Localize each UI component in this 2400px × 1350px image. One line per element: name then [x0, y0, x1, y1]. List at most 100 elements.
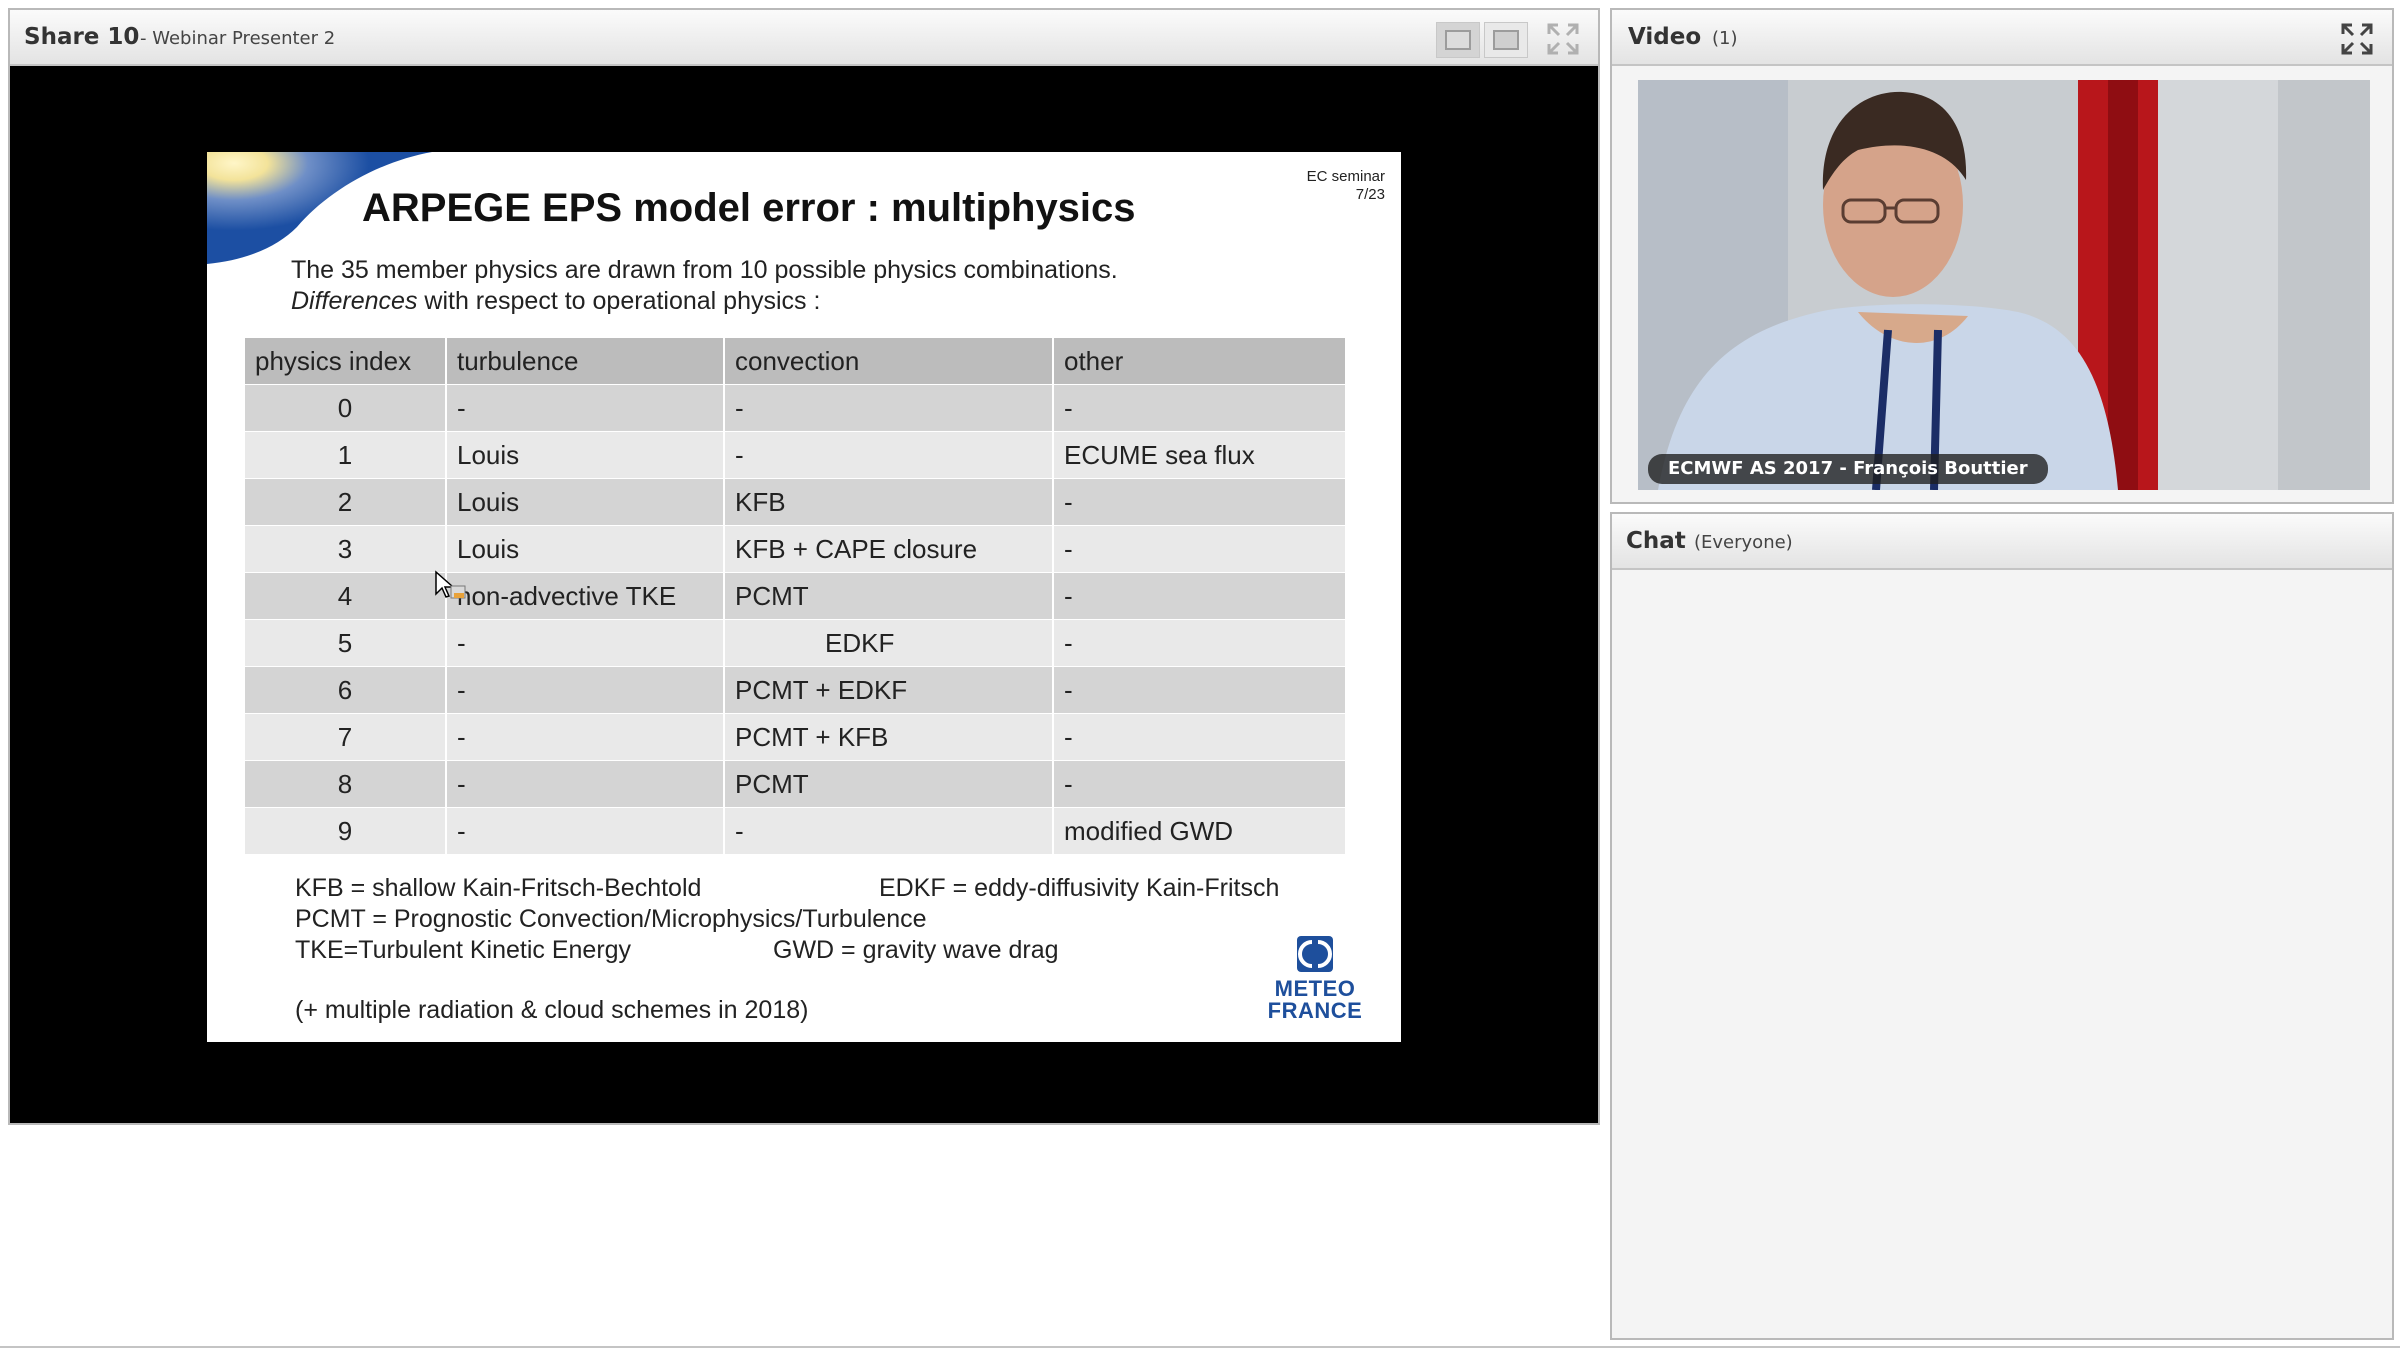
cell-other: modified GWD — [1053, 807, 1347, 854]
cell-turbulence: - — [446, 713, 725, 761]
cell-turbulence: - — [446, 666, 725, 714]
logo-text-france: FRANCE — [1267, 998, 1363, 1023]
wide-layout-icon — [1493, 30, 1519, 50]
table-row: 6 - PCMT + EDKF - — [245, 666, 1347, 714]
cell-index: 2 — [245, 478, 447, 526]
logo-text-meteo: METEO — [1274, 976, 1356, 1001]
slide-title: ARPEGE EPS model error : multiphysics — [362, 186, 1136, 230]
table-row: 7 - PCMT + KFB - — [245, 713, 1347, 761]
speaker-video-image — [1638, 80, 2370, 490]
cell-convection: PCMT + KFB — [724, 713, 1054, 761]
intro-rest: with respect to operational physics : — [417, 287, 821, 315]
cell-index: 9 — [245, 807, 447, 854]
cell-convection: EDKF — [724, 619, 1054, 667]
cell-convection: - — [724, 384, 1054, 432]
cell-convection: - — [724, 431, 1054, 479]
table-row: 3 Louis KFB + CAPE closure - — [245, 525, 1347, 573]
cell-turbulence: - — [446, 384, 725, 432]
cell-turbulence: non-advective TKE — [446, 572, 725, 620]
cell-convection: PCMT — [724, 760, 1054, 808]
share-pod-header[interactable]: Share 10 - Webinar Presenter 2 — [10, 10, 1598, 66]
cell-convection: - — [724, 807, 1054, 854]
cell-convection: KFB + CAPE closure — [724, 525, 1054, 573]
chat-pod-title: Chat — [1626, 528, 1686, 554]
cell-turbulence: Louis — [446, 431, 725, 479]
slide-reference: EC seminar 7/23 — [1307, 168, 1385, 204]
physics-table: physics index turbulence convection othe… — [245, 338, 1347, 854]
defs-line-2: PCMT = Prognostic Convection/Microphysic… — [295, 904, 927, 935]
chat-pod-header[interactable]: Chat (Everyone) — [1612, 514, 2392, 570]
table-row: 2 Louis KFB - — [245, 478, 1347, 526]
cell-index: 3 — [245, 525, 447, 573]
cell-other: - — [1053, 713, 1347, 761]
header-convection: convection — [724, 338, 1054, 385]
video-participant-count: (1) — [1712, 28, 1738, 49]
chat-message-area[interactable] — [1612, 570, 2392, 1338]
cell-convection: PCMT — [724, 572, 1054, 620]
cell-turbulence: Louis — [446, 525, 725, 573]
chat-scope: (Everyone) — [1694, 532, 1793, 553]
def-tke: TKE=Turbulent Kinetic Energy — [295, 936, 632, 964]
share-stage: ARPEGE EPS model error : multiphysics EC… — [10, 66, 1598, 1123]
cell-other: ECUME sea flux — [1053, 431, 1347, 479]
abbreviation-definitions: KFB = shallow Kain-Fritsch-Bechtold EDKF… — [295, 873, 1279, 966]
def-gwd: GWD = gravity wave drag — [773, 936, 1059, 964]
intro-italic-word: Differences — [291, 287, 418, 315]
presentation-slide: ARPEGE EPS model error : multiphysics EC… — [207, 152, 1401, 1042]
share-pod-title: Share 10 — [24, 24, 140, 50]
table-row: 0 - - - — [245, 384, 1347, 432]
mouse-pointer-icon — [435, 570, 466, 599]
header-physics-index: physics index — [245, 338, 447, 385]
def-pcmt: PCMT = Prognostic Convection/Microphysic… — [295, 905, 927, 933]
def-kfb: KFB = shallow Kain-Fritsch-Bechtold — [295, 874, 702, 902]
cell-other: - — [1053, 619, 1347, 667]
video-caption: ECMWF AS 2017 - François Bouttier — [1648, 454, 2048, 484]
cell-index: 4 — [245, 572, 447, 620]
def-edkf: EDKF = eddy-diffusivity Kain-Fritsch — [879, 874, 1280, 902]
header-other: other — [1053, 338, 1347, 385]
cell-index: 8 — [245, 760, 447, 808]
cell-index: 7 — [245, 713, 447, 761]
defs-line-1: KFB = shallow Kain-Fritsch-Bechtold EDKF… — [295, 873, 1279, 904]
share-pod: Share 10 - Webinar Presenter 2 ARPEGE EP… — [8, 8, 1600, 1125]
intro-line-2: Differences with respect to operational … — [291, 286, 1118, 317]
chat-pod: Chat (Everyone) — [1610, 512, 2394, 1340]
single-layout-icon — [1445, 30, 1471, 50]
meteo-france-logo: METEO FRANCE — [1257, 934, 1373, 1022]
slide-note: (+ multiple radiation & cloud schemes in… — [295, 996, 809, 1024]
defs-line-3: TKE=Turbulent Kinetic Energy GWD = gravi… — [295, 935, 1059, 966]
fullscreen-icon[interactable] — [1546, 22, 1580, 56]
wide-layout-button[interactable] — [1484, 22, 1528, 58]
header-turbulence: turbulence — [446, 338, 725, 385]
speaker-video-feed[interactable]: ECMWF AS 2017 - François Bouttier — [1638, 80, 2370, 490]
single-layout-button[interactable] — [1436, 22, 1480, 58]
cell-turbulence: - — [446, 807, 725, 854]
cell-other: - — [1053, 478, 1347, 526]
table-row: 4 non-advective TKE PCMT - — [245, 572, 1347, 620]
table-row: 5 - EDKF - — [245, 619, 1347, 667]
cell-other: - — [1053, 384, 1347, 432]
table-header-row: physics index turbulence convection othe… — [245, 338, 1347, 385]
bottom-divider — [0, 1346, 2400, 1348]
video-pod-header[interactable]: Video (1) — [1612, 10, 2392, 66]
table-row: 8 - PCMT - — [245, 760, 1347, 808]
cell-other: - — [1053, 760, 1347, 808]
cell-convection: KFB — [724, 478, 1054, 526]
cell-index: 5 — [245, 619, 447, 667]
cell-index: 1 — [245, 431, 447, 479]
video-pod: Video (1) ECMWF AS 2017 - François Boutt… — [1610, 8, 2394, 504]
video-pod-title: Video — [1628, 24, 1702, 50]
cell-turbulence: - — [446, 619, 725, 667]
cell-other: - — [1053, 572, 1347, 620]
table-row: 1 Louis - ECUME sea flux — [245, 431, 1347, 479]
cell-other: - — [1053, 666, 1347, 714]
cell-convection: PCMT + EDKF — [724, 666, 1054, 714]
video-fullscreen-icon[interactable] — [2340, 22, 2374, 56]
share-pod-subtitle: - Webinar Presenter 2 — [140, 28, 336, 49]
cell-turbulence: - — [446, 760, 725, 808]
meteo-france-emblem-icon — [1297, 936, 1333, 972]
cell-index: 6 — [245, 666, 447, 714]
intro-line-1: The 35 member physics are drawn from 10 … — [291, 256, 1118, 284]
slide-intro: The 35 member physics are drawn from 10 … — [291, 255, 1118, 317]
cell-other: - — [1053, 525, 1347, 573]
